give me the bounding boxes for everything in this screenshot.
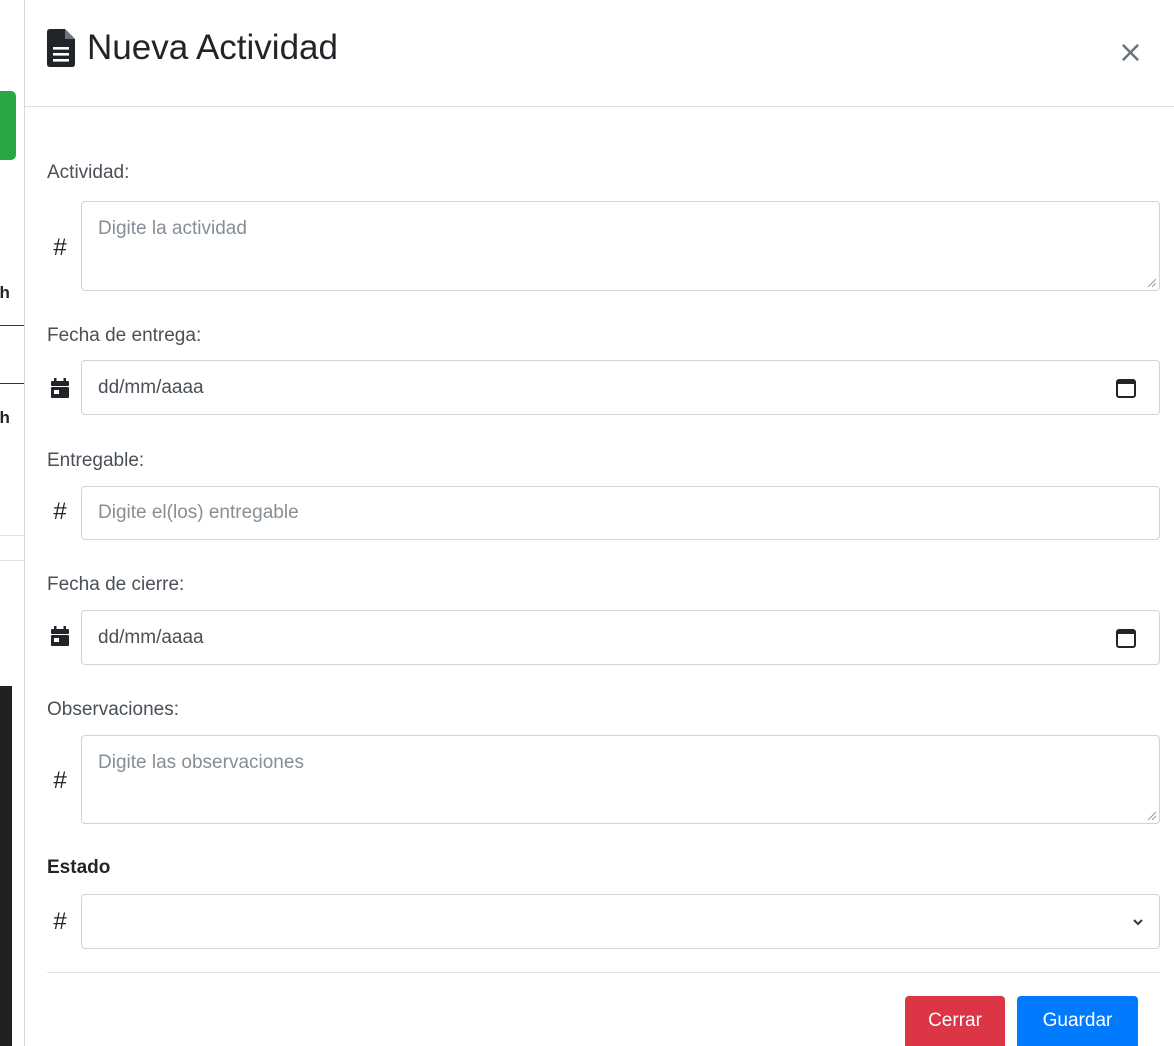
hash-icon: # <box>53 908 67 935</box>
observaciones-placeholder: Digite las observaciones <box>98 752 304 773</box>
modal-header: Nueva Actividad × <box>25 0 1174 107</box>
estado-label: Estado <box>47 857 111 878</box>
background-green-tab <box>0 91 16 160</box>
background-divider <box>0 560 24 561</box>
calendar-icon <box>47 374 73 402</box>
guardar-button[interactable]: Guardar <box>1017 996 1138 1046</box>
hash-icon: # <box>53 498 67 525</box>
chevron-down-icon <box>1133 918 1143 925</box>
hash-icon: # <box>53 767 67 794</box>
modal-title-text: Nueva Actividad <box>87 28 338 67</box>
background-text-fragment: ch <box>0 408 10 427</box>
entregable-input[interactable]: Digite el(los) entregable <box>81 486 1160 540</box>
actividad-label: Actividad: <box>47 162 130 183</box>
background-dark-bar <box>0 686 12 1046</box>
fecha-entrega-label: Fecha de entrega: <box>47 325 202 346</box>
footer-divider <box>47 972 1160 973</box>
fecha-entrega-placeholder: dd/mm/aaaa <box>98 376 204 398</box>
background-divider <box>0 383 24 384</box>
observaciones-textarea[interactable]: Digite las observaciones <box>81 735 1160 824</box>
resize-grip-icon[interactable] <box>1146 277 1156 287</box>
background-page: ch ch <box>0 0 24 1046</box>
fecha-cierre-placeholder: dd/mm/aaaa <box>98 626 204 648</box>
entregable-label: Entregable: <box>47 450 145 471</box>
calendar-icon <box>47 622 73 650</box>
resize-grip-icon[interactable] <box>1146 810 1156 820</box>
estado-select[interactable] <box>81 894 1160 949</box>
file-text-icon <box>47 29 75 67</box>
hash-icon: # <box>53 234 67 261</box>
background-divider <box>0 535 24 536</box>
new-activity-modal: Nueva Actividad × Actividad: # Digite la… <box>24 0 1174 1046</box>
background-divider <box>0 325 24 326</box>
calendar-picker-icon[interactable] <box>1115 627 1137 649</box>
fecha-cierre-input[interactable]: dd/mm/aaaa <box>81 610 1160 665</box>
close-icon[interactable]: × <box>1118 38 1143 68</box>
observaciones-label: Observaciones: <box>47 699 180 720</box>
fecha-entrega-input[interactable]: dd/mm/aaaa <box>81 360 1160 415</box>
modal-title: Nueva Actividad <box>47 28 338 68</box>
actividad-textarea[interactable]: Digite la actividad <box>81 201 1160 291</box>
entregable-placeholder: Digite el(los) entregable <box>98 502 299 523</box>
calendar-picker-icon[interactable] <box>1115 377 1137 399</box>
background-text-fragment: ch <box>0 283 10 302</box>
fecha-cierre-label: Fecha de cierre: <box>47 574 185 595</box>
cerrar-button[interactable]: Cerrar <box>905 996 1005 1046</box>
actividad-placeholder: Digite la actividad <box>98 218 247 239</box>
